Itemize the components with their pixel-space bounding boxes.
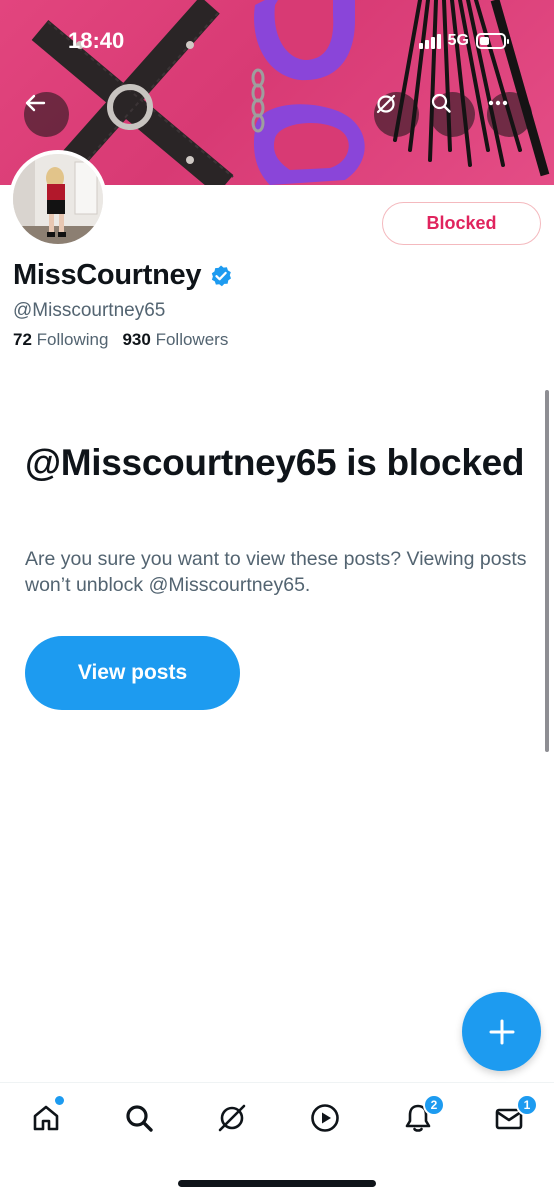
status-time: 18:40	[68, 28, 125, 53]
plus-icon	[489, 1019, 514, 1044]
avatar-image	[13, 154, 103, 244]
blocked-title: @Misscourtney65 is blocked	[25, 442, 525, 483]
messages-badge: 1	[516, 1094, 538, 1116]
back-button[interactable]	[24, 92, 69, 137]
home-unread-dot	[55, 1096, 64, 1105]
arrow-left-icon	[25, 94, 46, 112]
view-posts-button[interactable]: View posts	[25, 636, 240, 710]
avatar[interactable]	[9, 150, 107, 248]
search-icon	[431, 93, 451, 113]
tab-search[interactable]	[119, 1098, 159, 1138]
search-button[interactable]	[430, 92, 475, 137]
battery-icon	[476, 33, 509, 49]
more-horizontal-icon	[488, 100, 508, 106]
more-options-button[interactable]	[487, 92, 532, 137]
following-label: Following	[36, 330, 109, 349]
video-icon	[311, 1104, 339, 1132]
followers-count: 930	[122, 330, 151, 349]
follow-stats: 72 Following 930 Followers	[13, 330, 228, 350]
grok-icon	[218, 1104, 246, 1132]
tab-video[interactable]	[305, 1098, 345, 1138]
followers-label: Followers	[155, 330, 229, 349]
notifications-badge: 2	[423, 1094, 445, 1116]
following-count: 72	[13, 330, 32, 349]
blocked-description: Are you sure you want to view these post…	[25, 548, 527, 596]
home-icon	[33, 1105, 59, 1131]
home-indicator[interactable]	[178, 1180, 376, 1187]
following-link[interactable]: 72 Following	[13, 330, 108, 350]
verified-badge-icon[interactable]	[209, 264, 233, 288]
grok-icon	[376, 94, 396, 114]
display-name: MissCourtney	[13, 259, 202, 291]
signal-icon	[418, 33, 441, 49]
profile-name-row: MissCourtney	[13, 259, 233, 292]
followers-link[interactable]: 930 Followers	[122, 330, 228, 350]
tab-grok[interactable]	[212, 1098, 252, 1138]
profile-handle: @Misscourtney65	[13, 300, 166, 321]
compose-post-button[interactable]	[462, 992, 541, 1071]
status-indicators: 5G	[418, 31, 509, 51]
scrollbar[interactable]	[545, 390, 549, 752]
network-type: 5G	[447, 32, 469, 49]
blocked-button[interactable]: Blocked	[382, 202, 541, 245]
grok-button[interactable]	[374, 92, 419, 137]
search-icon	[126, 1105, 153, 1132]
